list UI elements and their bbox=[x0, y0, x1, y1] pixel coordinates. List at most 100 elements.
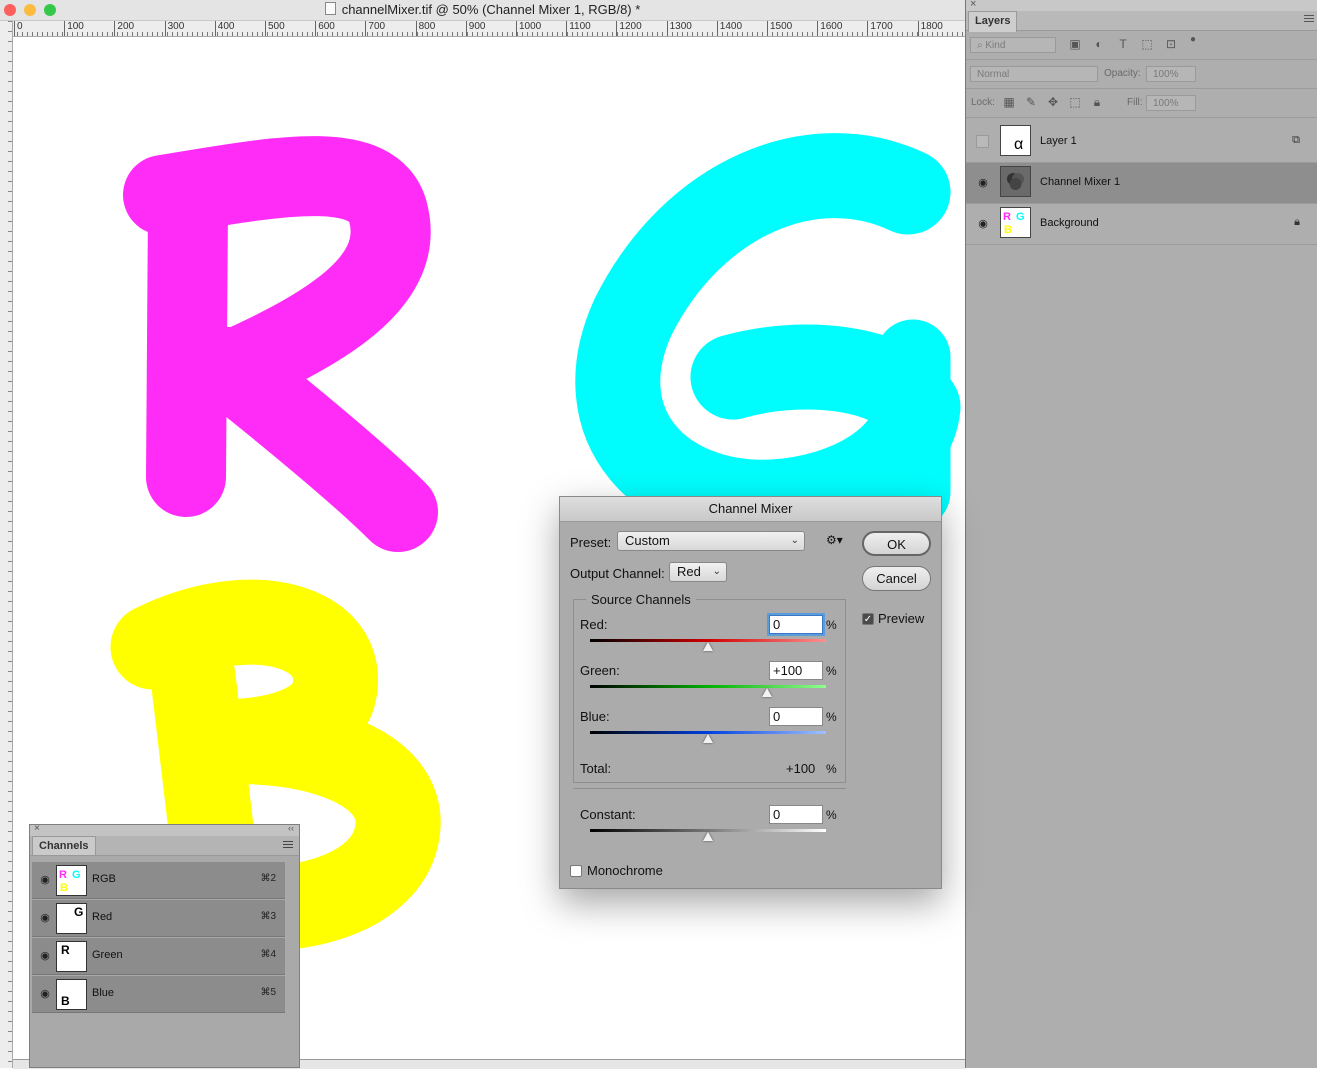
preview-label: Preview bbox=[878, 611, 925, 626]
eye-icon[interactable]: ◉ bbox=[38, 988, 52, 1000]
opacity-label: Opacity: bbox=[1104, 68, 1141, 79]
pixel-layer-filter-icon[interactable]: ▣ bbox=[1068, 37, 1082, 51]
close-icon[interactable]: × bbox=[970, 0, 976, 10]
red-label: Red: bbox=[580, 617, 608, 632]
layer-name[interactable]: Layer 1 bbox=[1040, 135, 1077, 147]
rgb-thumbnail-art: R G B bbox=[1003, 211, 1025, 236]
tab-layers[interactable]: Layers bbox=[968, 11, 1018, 32]
green-percent: % bbox=[826, 664, 837, 678]
ruler-tick-label: 100 bbox=[64, 21, 84, 36]
layer-row-layer-1[interactable]: α Layer 1 ⧉ bbox=[966, 122, 1317, 163]
document-title-bar: channelMixer.tif @ 50% (Channel Mixer 1,… bbox=[0, 0, 965, 21]
svg-text:R: R bbox=[1003, 211, 1011, 223]
panel-menu-icon[interactable] bbox=[283, 841, 293, 850]
lock-brush-icon[interactable]: ✎ bbox=[1024, 95, 1038, 109]
visibility-toggle[interactable] bbox=[976, 135, 989, 148]
channel-mixer-icon bbox=[1007, 173, 1024, 190]
document-icon bbox=[324, 2, 336, 15]
eye-icon[interactable]: ◉ bbox=[38, 912, 52, 924]
channel-thumbnail: B bbox=[56, 979, 87, 1010]
channel-row-green[interactable]: ◉ R Green ⌘4 bbox=[32, 938, 285, 975]
constant-value-input[interactable]: 0 bbox=[769, 805, 823, 824]
red-slider-thumb[interactable] bbox=[703, 642, 713, 651]
eye-icon[interactable]: ◉ bbox=[976, 177, 990, 189]
fill-field[interactable]: 100% bbox=[1146, 95, 1196, 111]
adjustment-layer-thumbnail bbox=[1000, 166, 1031, 197]
layer-name[interactable]: Channel Mixer 1 bbox=[1040, 176, 1120, 188]
preset-dropdown[interactable]: Custom ⌄ bbox=[617, 531, 805, 551]
preset-options-gear-icon[interactable]: ⚙▾ bbox=[826, 533, 843, 547]
svg-text:R: R bbox=[59, 869, 67, 881]
filter-kind-select[interactable]: ⌕ Kind bbox=[970, 37, 1056, 53]
channel-thumbnail: R G B bbox=[56, 865, 87, 896]
red-percent: % bbox=[826, 618, 837, 632]
letter-r-stroke bbox=[123, 136, 438, 552]
blue-label: Blue: bbox=[580, 709, 610, 724]
collapse-icon[interactable]: ‹‹ bbox=[288, 823, 294, 833]
layer-thumbnail: α bbox=[1000, 125, 1031, 156]
blend-mode-select[interactable]: Normal bbox=[970, 66, 1098, 82]
layer-row-background[interactable]: ◉ R G B Background 🔒︎ bbox=[966, 204, 1317, 245]
layer-name[interactable]: Background bbox=[1040, 217, 1099, 229]
svg-text:B: B bbox=[1004, 224, 1012, 236]
channel-thumbnail: G bbox=[56, 903, 87, 934]
panel-menu-icon[interactable] bbox=[1304, 15, 1314, 24]
type-layer-filter-icon[interactable]: T bbox=[1116, 37, 1130, 51]
output-channel-dropdown[interactable]: Red ⌄ bbox=[669, 562, 727, 582]
channel-mixer-dialog: Channel Mixer Preset: Custom ⌄ ⚙▾ Output … bbox=[559, 496, 942, 889]
green-slider-thumb[interactable] bbox=[762, 688, 772, 697]
fill-label: Fill: bbox=[1127, 97, 1143, 108]
vertical-ruler[interactable] bbox=[0, 21, 13, 1068]
lock-position-icon[interactable]: ✥ bbox=[1046, 95, 1060, 109]
blue-slider-thumb[interactable] bbox=[703, 734, 713, 743]
shape-layer-filter-icon[interactable]: ⬚ bbox=[1140, 37, 1154, 51]
blue-value-input[interactable]: 0 bbox=[769, 707, 823, 726]
monochrome-checkbox[interactable] bbox=[570, 865, 582, 877]
smart-object-badge-icon: ⧉ bbox=[1292, 134, 1300, 146]
green-label: Green: bbox=[580, 663, 620, 678]
eye-icon[interactable]: ◉ bbox=[38, 874, 52, 886]
total-value: +100 bbox=[786, 761, 816, 776]
channel-row-blue[interactable]: ◉ B Blue ⌘5 bbox=[32, 976, 285, 1013]
output-channel-label: Output Channel: bbox=[570, 566, 665, 581]
eye-icon[interactable]: ◉ bbox=[976, 218, 990, 230]
channel-name: Blue bbox=[92, 987, 115, 999]
ruler-tick-label: 1000 bbox=[516, 21, 541, 36]
close-icon[interactable]: × bbox=[34, 823, 40, 834]
lock-label: Lock: bbox=[971, 97, 995, 108]
layer-thumb-glyph: α bbox=[1014, 136, 1024, 153]
horizontal-ruler[interactable]: 0 100 200 300 400 500 600 700 800 900 1000 1100 1200… bbox=[12, 21, 965, 37]
channel-name: RGB bbox=[92, 873, 116, 885]
monochrome-label: Monochrome bbox=[587, 863, 663, 878]
lock-transparent-icon[interactable]: ▦ bbox=[1002, 95, 1016, 109]
svg-text:G: G bbox=[72, 869, 81, 881]
window-title-area: channelMixer.tif @ 50% (Channel Mixer 1,… bbox=[0, 2, 965, 17]
lock-artboard-icon[interactable]: ⬚ bbox=[1068, 95, 1082, 109]
green-value-input[interactable]: +100 bbox=[769, 661, 823, 680]
constant-slider-thumb[interactable] bbox=[703, 832, 713, 841]
channel-row-red[interactable]: ◉ G Red ⌘3 bbox=[32, 900, 285, 937]
ruler-tick-label: 1500 bbox=[767, 21, 792, 36]
green-slider-track[interactable] bbox=[590, 685, 826, 688]
channel-row-rgb[interactable]: ◉ R G B RGB ⌘2 bbox=[32, 862, 285, 899]
blend-opacity-row: Normal Opacity: 100% bbox=[966, 60, 1317, 89]
channel-thumbnail: R bbox=[56, 941, 87, 972]
red-value-input[interactable]: 0 bbox=[767, 613, 825, 636]
eye-icon[interactable]: ◉ bbox=[38, 950, 52, 962]
opacity-field[interactable]: 100% bbox=[1146, 66, 1196, 82]
channel-shortcut: ⌘4 bbox=[260, 949, 276, 960]
total-percent: % bbox=[826, 762, 837, 776]
cancel-button[interactable]: Cancel bbox=[862, 566, 931, 591]
channel-thumb-glyph: B bbox=[61, 994, 70, 1008]
ruler-tick-label: 1100 bbox=[566, 21, 591, 36]
lock-all-icon[interactable]: 🔒︎ bbox=[1090, 95, 1104, 109]
tab-channels[interactable]: Channels bbox=[32, 836, 96, 855]
filter-toggle-icon[interactable]: ● bbox=[1186, 33, 1200, 47]
adjustment-layer-filter-icon[interactable]: ◐ bbox=[1092, 37, 1106, 51]
smart-object-filter-icon[interactable]: ⊡ bbox=[1164, 37, 1178, 51]
layer-row-channel-mixer-1[interactable]: ◉ Channel Mixer 1 bbox=[966, 163, 1317, 204]
preview-checkbox[interactable]: ✓ bbox=[862, 613, 874, 625]
output-channel-value: Red bbox=[677, 564, 701, 579]
ruler-tick-label: 1600 bbox=[817, 21, 842, 36]
ok-button[interactable]: OK bbox=[862, 531, 931, 556]
